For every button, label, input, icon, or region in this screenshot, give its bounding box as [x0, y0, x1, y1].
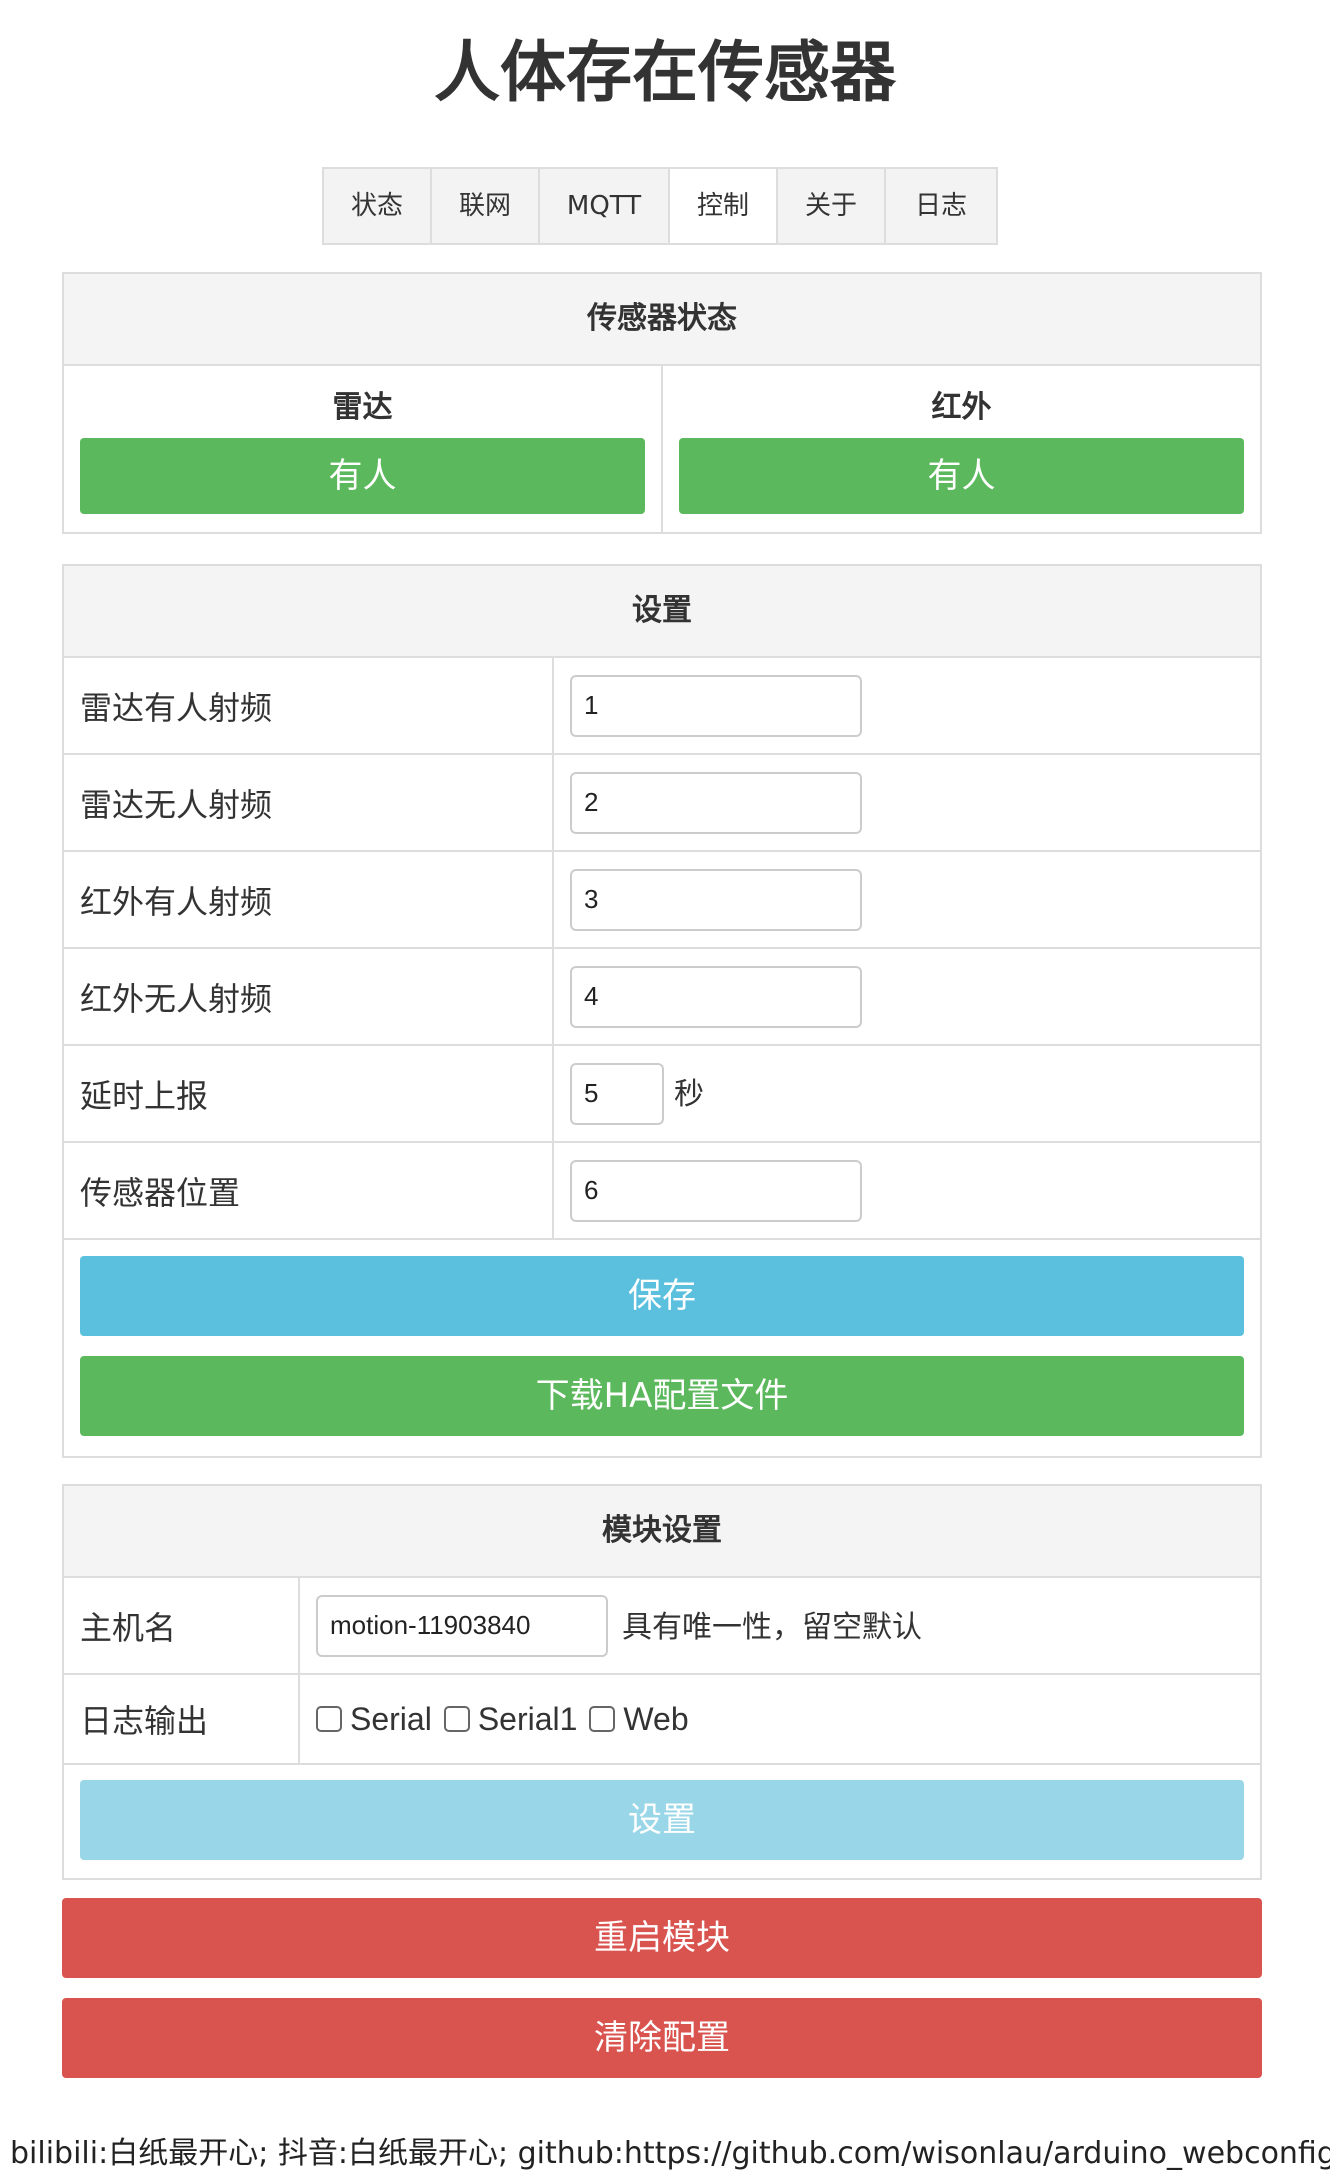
- radar-label: 雷达: [332, 390, 393, 425]
- serial-label: Serial: [350, 1700, 432, 1737]
- infrared-vacant-input[interactable]: [570, 965, 862, 1028]
- save-button[interactable]: 保存: [80, 1256, 1244, 1336]
- settings-row: 雷达有人射频: [64, 658, 1260, 755]
- log-output-cell: Serial Serial1 Web: [300, 1675, 701, 1763]
- tab-status[interactable]: 状态: [324, 169, 432, 243]
- sensor-status-title: 传感器状态: [64, 274, 1260, 366]
- serial1-label: Serial1: [477, 1700, 578, 1737]
- radar-vacant-input[interactable]: [570, 771, 862, 834]
- tab-log[interactable]: 日志: [886, 169, 996, 243]
- module-set-button[interactable]: 设置: [80, 1780, 1244, 1860]
- infrared-status-badge: 有人: [679, 438, 1244, 514]
- radar-vacant-cell: [554, 755, 862, 850]
- tab-network[interactable]: 联网: [432, 169, 540, 243]
- seconds-unit: 秒: [674, 1076, 704, 1112]
- report-delay-cell: 秒: [554, 1046, 704, 1141]
- radar-occupied-input[interactable]: [570, 674, 862, 737]
- infrared-occupied-label: 红外有人射频: [64, 852, 554, 947]
- web-label: Web: [623, 1700, 689, 1737]
- infrared-vacant-label: 红外无人射频: [64, 949, 554, 1044]
- page-title: 人体存在传感器: [434, 34, 896, 111]
- radar-occupied-cell: [554, 658, 862, 753]
- serial-option[interactable]: Serial: [316, 1701, 432, 1738]
- tab-bar: 状态 联网 MQTT 控制 关于 日志: [322, 167, 998, 245]
- download-ha-config-button[interactable]: 下载HA配置文件: [80, 1356, 1244, 1436]
- settings-title: 设置: [64, 566, 1260, 658]
- settings-row: 延时上报 秒: [64, 1046, 1260, 1143]
- infrared-occupied-cell: [554, 852, 862, 947]
- infrared-cell: 红外 有人: [661, 366, 1260, 532]
- sensor-location-input[interactable]: [570, 1159, 862, 1222]
- settings-row: 雷达无人射频: [64, 755, 1260, 852]
- infrared-label: 红外: [931, 390, 992, 425]
- report-delay-input[interactable]: [570, 1062, 664, 1125]
- log-output-row: 日志输出 Serial Serial1 Web: [64, 1675, 1260, 1765]
- settings-row: 红外有人射频: [64, 852, 1260, 949]
- clear-config-button[interactable]: 清除配置: [62, 1998, 1262, 2078]
- module-settings-panel: 模块设置 主机名 具有唯一性，留空默认 日志输出 Serial Serial1: [62, 1484, 1262, 1880]
- sensor-location-label: 传感器位置: [64, 1143, 554, 1238]
- log-output-options: Serial Serial1 Web: [316, 1701, 701, 1738]
- restart-module-button[interactable]: 重启模块: [62, 1898, 1262, 1978]
- tab-control[interactable]: 控制: [670, 169, 778, 243]
- sensor-status-panel: 传感器状态 雷达 有人 红外 有人: [62, 272, 1262, 534]
- web-checkbox[interactable]: [589, 1706, 616, 1732]
- radar-status-badge: 有人: [80, 438, 645, 514]
- serial-checkbox[interactable]: [316, 1706, 342, 1732]
- module-settings-title: 模块设置: [64, 1486, 1260, 1578]
- web-option[interactable]: Web: [589, 1700, 689, 1738]
- sensor-location-cell: [554, 1143, 862, 1238]
- infrared-occupied-input[interactable]: [570, 868, 862, 931]
- settings-row: 传感器位置: [64, 1143, 1260, 1240]
- hostname-label: 主机名: [64, 1578, 300, 1673]
- settings-row: 红外无人射频: [64, 949, 1260, 1046]
- footer-credits: bilibili:白纸最开心; 抖音:白纸最开心; github:https:/…: [10, 2136, 1330, 2171]
- radar-vacant-label: 雷达无人射频: [64, 755, 554, 850]
- hostname-cell: 具有唯一性，留空默认: [300, 1578, 922, 1673]
- radar-cell: 雷达 有人: [64, 366, 661, 532]
- hostname-input[interactable]: [316, 1594, 608, 1657]
- radar-occupied-label: 雷达有人射频: [64, 658, 554, 753]
- hostname-hint: 具有唯一性，留空默认: [622, 1609, 922, 1645]
- hostname-row: 主机名 具有唯一性，留空默认: [64, 1578, 1260, 1675]
- tab-mqtt[interactable]: MQTT: [540, 169, 670, 243]
- serial1-checkbox[interactable]: [443, 1706, 470, 1732]
- report-delay-label: 延时上报: [64, 1046, 554, 1141]
- log-output-label: 日志输出: [64, 1675, 300, 1763]
- serial1-option[interactable]: Serial1: [443, 1700, 578, 1738]
- infrared-vacant-cell: [554, 949, 862, 1044]
- settings-panel: 设置 雷达有人射频 雷达无人射频 红外有人射频 红外无人射频 延时上报 秒 传感…: [62, 564, 1262, 1458]
- tab-about[interactable]: 关于: [778, 169, 886, 243]
